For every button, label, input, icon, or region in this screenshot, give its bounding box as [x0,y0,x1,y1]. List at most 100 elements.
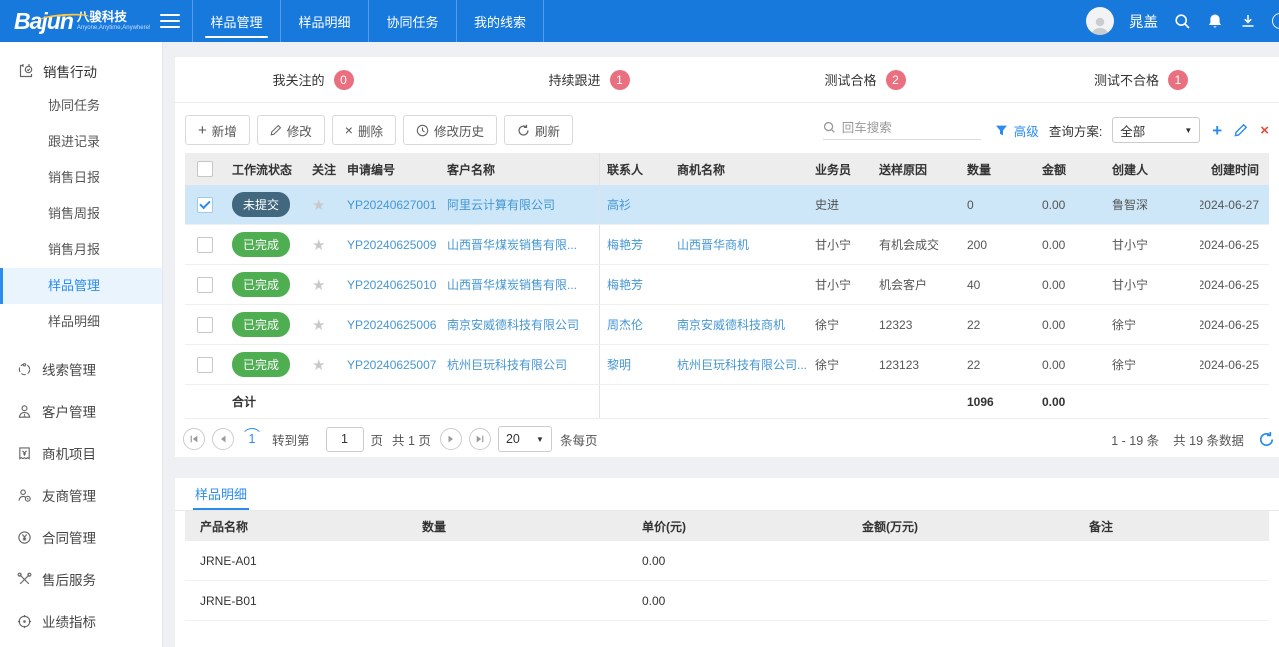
delete-button[interactable]: × 删除 [332,115,396,145]
bell-icon[interactable] [1206,12,1224,30]
search-input[interactable] [842,121,967,135]
detail-header-row: 产品名称 数量 单价(元) 金额(万元) 备注 [185,511,1269,541]
opportunity-link[interactable]: 杭州巨玩科技有限公司... [670,345,808,384]
user-name[interactable]: 晁盖 [1129,11,1158,32]
row-checkbox[interactable] [197,317,213,333]
tab-sample-detail[interactable]: 样品明细 [193,478,249,510]
edit-button[interactable]: 修改 [257,115,325,145]
sidebar-item-sample-management[interactable]: 样品管理 [0,268,162,304]
detail-row[interactable]: JRNE-B01 0.00 [185,581,1269,621]
advanced-link[interactable]: 高级 [1014,121,1039,140]
search-icon[interactable] [1173,12,1191,30]
filter-tab-continuous-followup[interactable]: 持续跟进 1 [451,57,727,102]
apply-no-link[interactable]: YP20240625007 [340,345,440,384]
sidebar-section-sales-action[interactable]: 销售行动 [0,54,162,88]
hamburger-menu-icon[interactable] [160,14,180,28]
sidebar-item-sample-detail[interactable]: 样品明细 [0,304,162,340]
nav-tab-sample-management[interactable]: 样品管理 [192,0,280,42]
table-row[interactable]: 已完成 ★ YP20240625007 杭州巨玩科技有限公司 黎明 杭州巨玩科技… [185,345,1269,385]
sidebar-item-contract-management[interactable]: 合同管理 [0,516,162,558]
sidebar-item-opportunity-project[interactable]: 商机项目 [0,432,162,474]
prev-page-button[interactable] [212,428,234,450]
range-text: 1 - 19 条 [1111,430,1159,449]
row-checkbox[interactable] [197,197,213,213]
nav-tab-collab-task[interactable]: 协同任务 [368,0,456,42]
customer-link[interactable]: 山西晋华煤炭销售有限... [440,225,600,264]
total-pages-label: 共 1 页 [392,430,431,449]
apply-no-link[interactable]: YP20240625006 [340,305,440,344]
contact-link[interactable]: 梅艳芳 [600,225,670,264]
table-row[interactable]: 已完成 ★ YP20240625006 南京安威德科技有限公司 周杰伦 南京安威… [185,305,1269,345]
row-checkbox[interactable] [197,357,213,373]
apply-no-link[interactable]: YP20240625009 [340,225,440,264]
apply-no-link[interactable]: YP20240625010 [340,265,440,304]
contact-link[interactable]: 高衫 [600,185,670,224]
search-icon [823,121,836,134]
sidebar-item-sales-monthly[interactable]: 销售月报 [0,232,162,268]
detail-row[interactable]: JRNE-A01 0.00 [185,541,1269,581]
refresh-button[interactable]: 刷新 [504,115,573,145]
customer-link[interactable]: 山西晋华煤炭销售有限... [440,265,600,304]
sidebar-item-customer-management[interactable]: 客户管理 [0,390,162,432]
table-row[interactable]: 未提交 ★ YP20240627001 阿里云计算有限公司 高衫 史进 0 0.… [185,185,1269,225]
query-plan-select[interactable]: 全部 ▼ [1112,117,1200,143]
edit-plan-icon[interactable] [1234,123,1248,137]
sidebar-item-after-sales-service[interactable]: 售后服务 [0,558,162,600]
opportunity-link[interactable]: 南京安威德科技商机 [670,305,808,344]
page-size-select[interactable]: 20 ▼ [498,426,552,452]
pagination-bar: 1 转到第 页 共 1 页 20 ▼ 条每页 1 - 19 条 共 19 条数据 [175,419,1279,459]
download-icon[interactable] [1239,12,1257,30]
edit-history-button[interactable]: 修改历史 [403,115,497,145]
star-icon[interactable]: ★ [312,196,325,214]
sidebar-item-collab-task[interactable]: 协同任务 [0,88,162,124]
status-badge: 已完成 [232,272,290,297]
table-row[interactable]: 已完成 ★ YP20240625009 山西晋华煤炭销售有限... 梅艳芳 山西… [185,225,1269,265]
row-checkbox[interactable] [197,277,213,293]
star-icon[interactable]: ★ [312,316,325,334]
add-button[interactable]: + 新增 [185,115,250,145]
opportunity-link[interactable]: 山西晋华商机 [670,225,808,264]
customer-link[interactable]: 南京安威德科技有限公司 [440,305,600,344]
sidebar-item-sales-weekly[interactable]: 销售周报 [0,196,162,232]
filter-tab-test-failed[interactable]: 测试不合格 1 [1003,57,1279,102]
customer-icon [17,404,32,419]
delete-plan-icon[interactable]: × [1260,123,1269,138]
nav-tab-sample-detail[interactable]: 样品明细 [280,0,368,42]
contact-link[interactable]: 梅艳芳 [600,265,670,304]
star-icon[interactable]: ★ [312,236,325,254]
detail-tabs: 样品明细 [175,478,1279,511]
sidebar-item-partner-management[interactable]: 友商管理 [0,474,162,516]
help-icon[interactable] [1272,13,1279,29]
filter-tab-my-followed[interactable]: 我关注的 0 [175,57,451,102]
last-page-button[interactable] [469,428,491,450]
first-page-button[interactable] [183,428,205,450]
customer-link[interactable]: 杭州巨玩科技有限公司 [440,345,600,384]
nav-tab-my-leads[interactable]: 我的线索 [456,0,544,42]
star-icon[interactable]: ★ [312,356,325,374]
sidebar-item-lead-management[interactable]: 线索管理 [0,348,162,390]
sidebar-item-sales-daily[interactable]: 销售日报 [0,160,162,196]
next-page-button[interactable] [440,428,462,450]
customer-link[interactable]: 阿里云计算有限公司 [440,185,600,224]
refresh-data-icon[interactable] [1258,431,1275,448]
add-plan-icon[interactable]: + [1212,122,1222,139]
count-badge: 2 [886,70,906,90]
contact-link[interactable]: 黎明 [600,345,670,384]
table-row[interactable]: 已完成 ★ YP20240625010 山西晋华煤炭销售有限... 梅艳芳 甘小… [185,265,1269,305]
contact-link[interactable]: 周杰伦 [600,305,670,344]
count-badge: 0 [334,70,354,90]
filter-funnel-icon[interactable] [995,124,1008,137]
goto-page-input[interactable] [326,427,364,452]
row-checkbox[interactable] [197,237,213,253]
sample-list-panel: 我关注的 0 持续跟进 1 测试合格 2 测试不合格 1 + 新增 修改 × 删… [175,57,1279,457]
opportunity-link[interactable] [670,265,808,304]
opportunity-link[interactable] [670,185,808,224]
apply-no-link[interactable]: YP20240627001 [340,185,440,224]
current-page-indicator[interactable]: 1 [241,428,263,450]
filter-tab-test-passed[interactable]: 测试合格 2 [727,57,1003,102]
sidebar-item-performance-indicator[interactable]: 业绩指标 [0,600,162,642]
sidebar-item-followup-record[interactable]: 跟进记录 [0,124,162,160]
star-icon[interactable]: ★ [312,276,325,294]
select-all-checkbox[interactable] [197,161,213,177]
avatar[interactable] [1086,7,1114,35]
